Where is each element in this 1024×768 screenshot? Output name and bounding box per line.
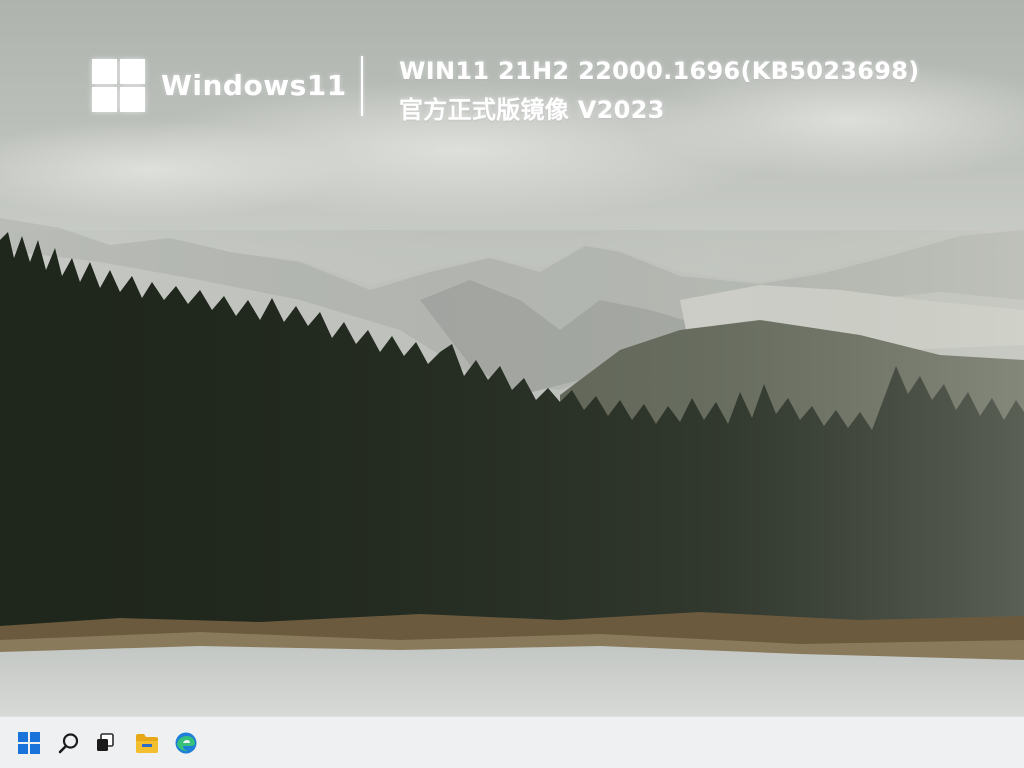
windows-logo-icon [92,59,145,112]
logo-pane [120,87,145,112]
search-icon [58,733,79,754]
file-explorer-button[interactable] [129,725,165,761]
logo-pane [92,59,117,84]
version-line: WIN11 21H2 22000.1696(KB5023698) [399,57,920,85]
branding-overlay: Windows11 WIN11 21H2 22000.1696(KB502369… [0,0,1024,140]
windows-start-icon [18,732,40,754]
subtitle-line: 官方正式版镜像 V2023 [399,96,665,124]
brand-divider [361,56,363,116]
logo-pane [120,59,145,84]
search-button[interactable] [51,725,87,761]
edge-browser-button[interactable] [168,725,204,761]
task-view-icon [97,733,114,751]
logo-pane [92,87,117,112]
edge-icon [175,732,197,754]
product-name: Windows11 [161,69,347,102]
start-button[interactable] [11,725,47,761]
desktop: Windows11 WIN11 21H2 22000.1696(KB502369… [0,0,1024,716]
task-view-button[interactable] [88,725,124,761]
folder-icon [136,734,158,753]
taskbar [0,716,1024,768]
